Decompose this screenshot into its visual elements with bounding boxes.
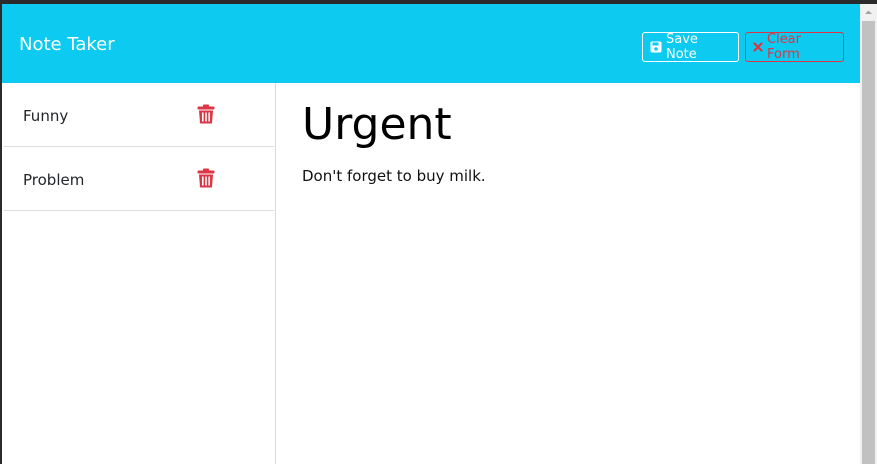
app-frame: Note Taker Save Note Clear Form Funny Pr…	[0, 0, 877, 464]
clear-form-button[interactable]: Clear Form	[745, 32, 844, 62]
note-list-sidebar: Funny Problem	[2, 83, 276, 464]
save-note-label: Save Note	[666, 32, 698, 62]
save-note-button[interactable]: Save Note	[642, 32, 739, 62]
scrollbar-thumb[interactable]	[862, 21, 875, 464]
navbar: Note Taker Save Note Clear Form	[2, 4, 860, 83]
close-icon	[753, 42, 763, 52]
list-item[interactable]: Problem	[4, 147, 274, 211]
note-item-label[interactable]: Funny	[23, 107, 68, 125]
note-title-field[interactable]: Urgent	[302, 95, 452, 155]
scroll-up-arrow-icon[interactable]	[860, 4, 877, 21]
clear-form-label: Clear Form	[767, 32, 801, 62]
note-item-label[interactable]: Problem	[23, 171, 84, 189]
vertical-scrollbar[interactable]	[860, 4, 877, 464]
save-icon	[650, 41, 662, 53]
trash-icon[interactable]	[197, 168, 215, 188]
list-item[interactable]: Funny	[4, 83, 274, 147]
note-text-field[interactable]: Don't forget to buy milk.	[302, 167, 486, 185]
note-editor: Urgent Don't forget to buy milk.	[276, 83, 860, 464]
brand-title[interactable]: Note Taker	[19, 34, 115, 56]
trash-icon[interactable]	[197, 104, 215, 124]
browser-viewport: Note Taker Save Note Clear Form Funny Pr…	[2, 4, 860, 464]
